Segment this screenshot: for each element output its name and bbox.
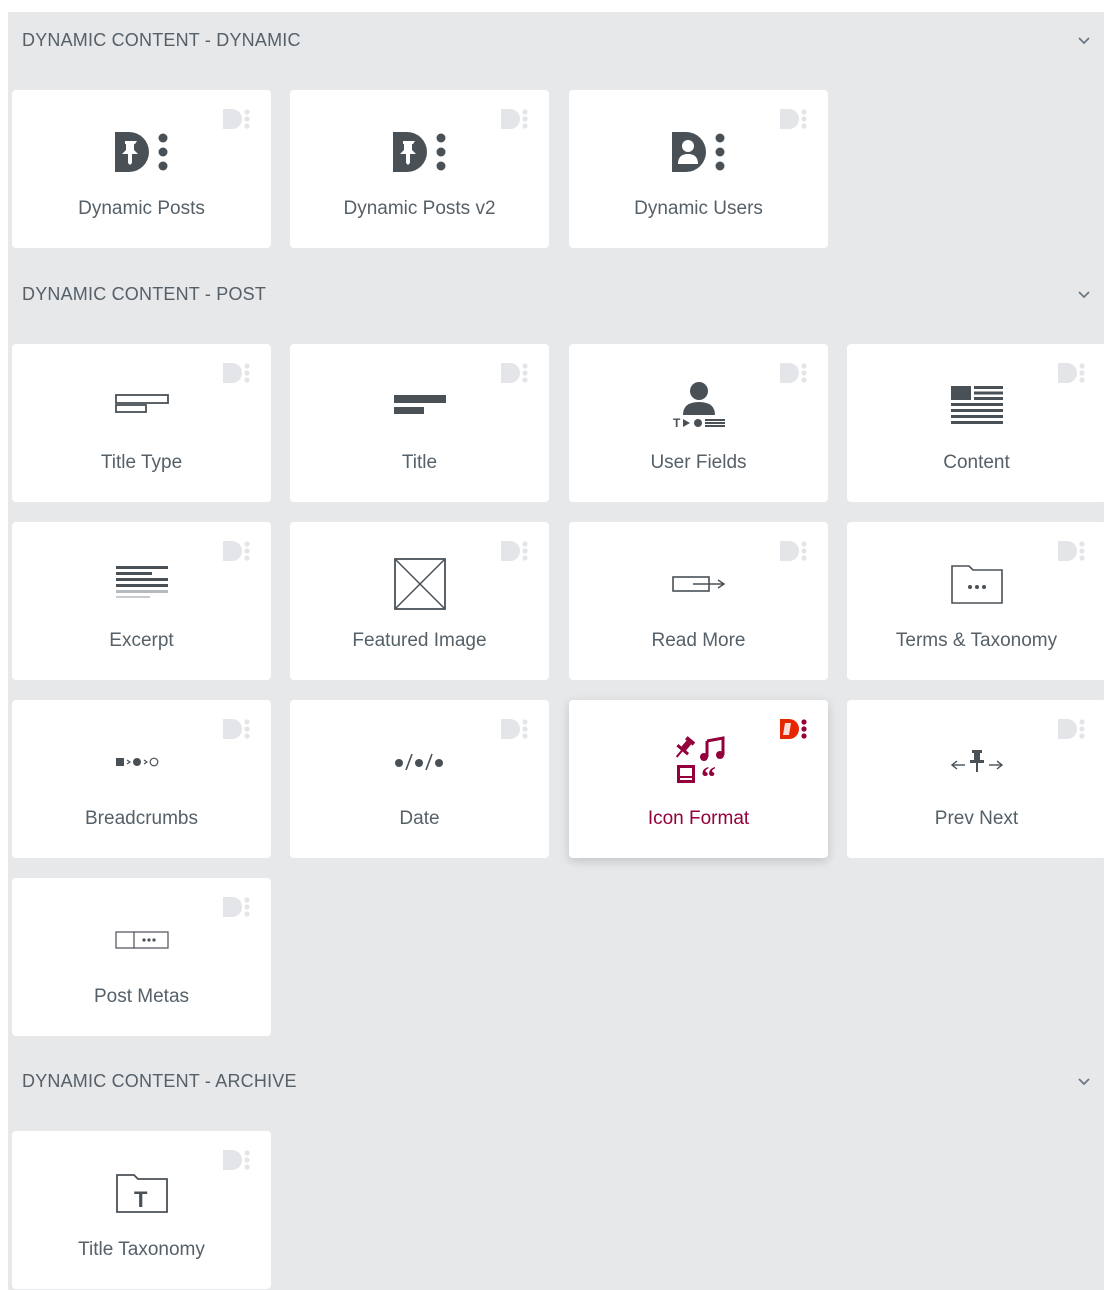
dce-badge-icon <box>501 109 528 129</box>
widget-label: Read More <box>651 630 746 651</box>
dce-badge-icon <box>501 363 528 383</box>
dce-badge-icon <box>223 541 250 561</box>
section-header-post[interactable]: DYNAMIC CONTENT - POST <box>8 266 1104 322</box>
widget-terms-taxonomy[interactable]: Terms & Taxonomy <box>847 522 1104 680</box>
dce-badge-icon <box>501 719 528 739</box>
title-type-icon <box>112 376 172 436</box>
widget-label: Title Type <box>100 452 183 473</box>
dce-badge-icon <box>1058 719 1085 739</box>
widget-label: Date <box>399 808 440 829</box>
widget-label: Dynamic Posts <box>78 198 205 219</box>
widget-title-type[interactable]: Title Type <box>12 344 271 502</box>
title-icon <box>390 376 450 436</box>
prev-next-icon <box>947 732 1007 792</box>
dynamic-users-icon <box>669 122 729 182</box>
title-taxonomy-icon: T <box>112 1163 172 1223</box>
widget-label: Dynamic Posts v2 <box>343 198 496 219</box>
chevron-down-icon <box>1078 1078 1090 1086</box>
widget-dynamic-posts[interactable]: Dynamic Posts <box>12 90 271 248</box>
widget-post-metas[interactable]: Post Metas <box>12 878 271 1036</box>
section-title: DYNAMIC CONTENT - POST <box>22 283 267 304</box>
chevron-down-icon <box>1078 291 1090 299</box>
widget-label: Prev Next <box>934 808 1019 829</box>
widget-read-more[interactable]: Read More <box>569 522 828 680</box>
dce-badge-icon <box>223 109 250 129</box>
dce-badge-icon <box>223 363 250 383</box>
widget-excerpt[interactable]: Excerpt <box>12 522 271 680</box>
widget-label: Post Metas <box>93 986 190 1007</box>
post-metas-icon <box>112 910 172 970</box>
section-title: DYNAMIC CONTENT - DYNAMIC <box>22 29 301 50</box>
widget-label: User Fields <box>650 452 747 473</box>
dce-badge-icon <box>780 363 807 383</box>
section-header-archive[interactable]: DYNAMIC CONTENT - ARCHIVE <box>8 1053 1104 1109</box>
dce-badge-icon <box>780 719 807 739</box>
widget-featured-image[interactable]: Featured Image <box>290 522 549 680</box>
widgets-panel: DYNAMIC CONTENT - DYNAMIC Dynamic Posts … <box>8 12 1104 1290</box>
svg-text:“: “ <box>701 761 716 789</box>
featured-image-icon <box>390 554 450 614</box>
content-icon <box>947 376 1007 436</box>
dce-badge-icon <box>501 541 528 561</box>
widget-content[interactable]: Content <box>847 344 1104 502</box>
dce-badge-icon <box>1058 363 1085 383</box>
widget-label: Title <box>401 452 438 473</box>
widget-label: Breadcrumbs <box>85 808 198 829</box>
dce-badge-icon <box>780 109 807 129</box>
widget-label: Featured Image <box>352 630 487 651</box>
widget-label: Icon Format <box>647 808 750 829</box>
widget-breadcrumbs[interactable]: Breadcrumbs <box>12 700 271 858</box>
breadcrumbs-icon <box>112 732 172 792</box>
widget-date[interactable]: Date <box>290 700 549 858</box>
widget-dynamic-users[interactable]: Dynamic Users <box>569 90 828 248</box>
svg-text:T: T <box>673 416 681 430</box>
dce-badge-icon <box>1058 541 1085 561</box>
dynamic-posts-icon <box>112 122 172 182</box>
chevron-down-icon <box>1078 37 1090 45</box>
dce-badge-icon <box>223 897 250 917</box>
widget-label: Dynamic Users <box>634 198 763 219</box>
dce-badge-icon <box>223 719 250 739</box>
dynamic-posts-v2-icon <box>390 122 450 182</box>
widget-label: Excerpt <box>109 630 174 651</box>
svg-text:T: T <box>134 1187 148 1212</box>
excerpt-icon <box>112 554 172 614</box>
dce-badge-icon <box>780 541 807 561</box>
date-icon <box>390 732 450 792</box>
user-fields-icon: T <box>669 376 729 436</box>
widget-icon-format[interactable]: “ Icon Format <box>569 700 828 858</box>
section-header-dynamic[interactable]: DYNAMIC CONTENT - DYNAMIC <box>8 12 1104 68</box>
icon-format-icon: “ <box>669 732 729 792</box>
widget-prev-next[interactable]: Prev Next <box>847 700 1104 858</box>
widget-user-fields[interactable]: T User Fields <box>569 344 828 502</box>
section-title: DYNAMIC CONTENT - ARCHIVE <box>22 1070 297 1091</box>
dce-badge-icon <box>223 1150 250 1170</box>
widget-title-taxonomy[interactable]: T Title Taxonomy <box>12 1131 271 1289</box>
widget-label: Terms & Taxonomy <box>895 630 1058 651</box>
widget-label: Content <box>943 452 1010 473</box>
widget-dynamic-posts-v2[interactable]: Dynamic Posts v2 <box>290 90 549 248</box>
widget-label: Title Taxonomy <box>78 1239 205 1260</box>
read-more-icon <box>669 554 729 614</box>
terms-taxonomy-icon <box>947 554 1007 614</box>
widget-title[interactable]: Title <box>290 344 549 502</box>
